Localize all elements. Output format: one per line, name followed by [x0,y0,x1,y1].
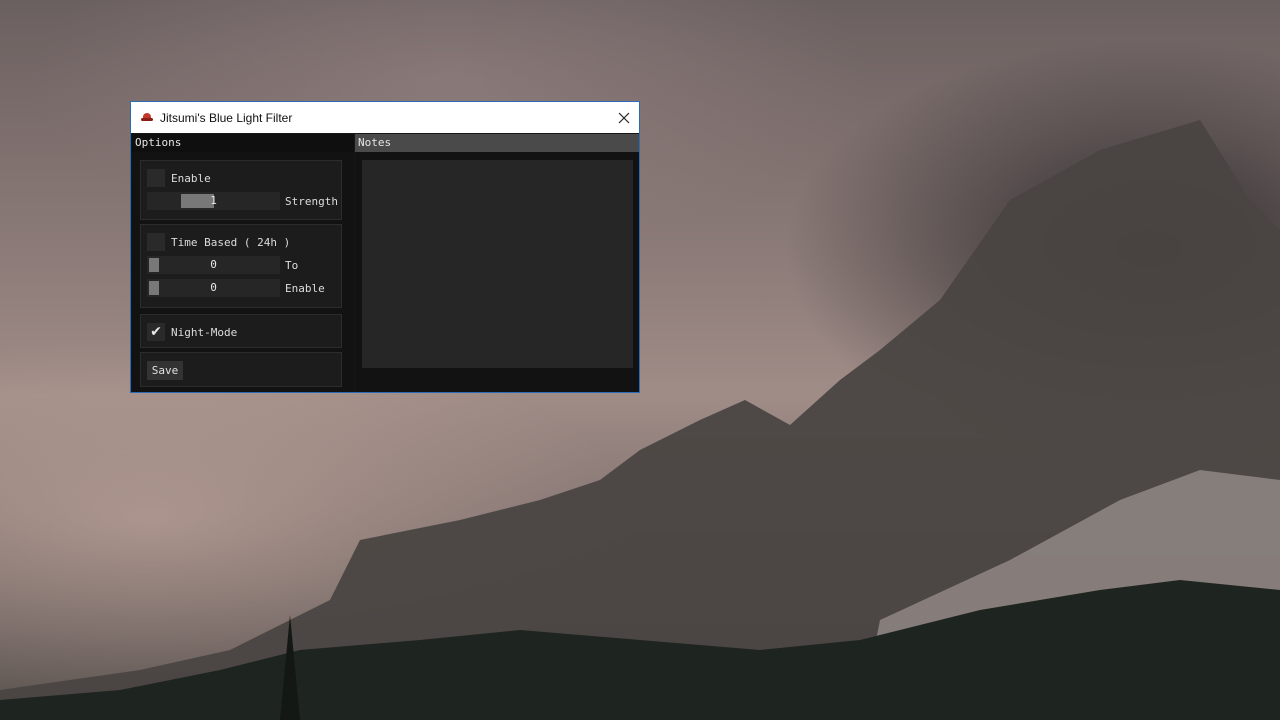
notes-panel: Notes [355,134,639,392]
strength-row: 1 Strength [147,192,338,210]
time-to-row: 0 Enable [147,279,325,297]
time-from-row: 0 To [147,256,298,274]
time-from-value: 0 [210,258,217,271]
enable-checkbox[interactable] [147,169,165,187]
time-based-row: Time Based ( 24h ) [147,233,290,251]
time-based-checkbox[interactable] [147,233,165,251]
time-from-slider[interactable]: 0 [147,256,280,274]
night-mode-row: ✔ Night-Mode [147,323,237,341]
close-icon [618,112,630,123]
title-bar[interactable]: Jitsumi's Blue Light Filter [131,102,639,133]
options-panel: Options Enable 1 Strength Time Based ( 2… [132,134,354,392]
app-window: Jitsumi's Blue Light Filter Options Enab… [130,101,640,393]
window-title: Jitsumi's Blue Light Filter [160,110,293,125]
hat-icon [141,112,153,124]
options-header: Options [132,134,354,152]
strength-value: 1 [210,194,217,207]
night-mode-group: ✔ Night-Mode [140,314,342,348]
notes-textarea[interactable] [362,160,633,368]
time-based-group: Time Based ( 24h ) 0 To 0 Enable [140,224,342,308]
time-to-slider[interactable]: 0 [147,279,280,297]
enable-label: Enable [171,171,211,185]
save-button[interactable]: Save [147,361,183,380]
time-to-value: 0 [210,281,217,294]
time-from-label: To [285,258,299,272]
checkmark-icon: ✔ [150,324,162,340]
enable-row: Enable [147,169,211,187]
night-mode-label: Night-Mode [171,325,238,339]
strength-slider[interactable]: 1 [147,192,280,210]
time-to-label: Enable [285,281,325,295]
time-based-label: Time Based ( 24h ) [171,235,291,249]
close-button[interactable] [609,102,639,133]
night-mode-checkbox[interactable]: ✔ [147,323,165,341]
save-group: Save [140,352,342,387]
strength-label: Strength [285,194,338,208]
notes-header: Notes [355,134,639,152]
enable-group: Enable 1 Strength [140,160,342,220]
